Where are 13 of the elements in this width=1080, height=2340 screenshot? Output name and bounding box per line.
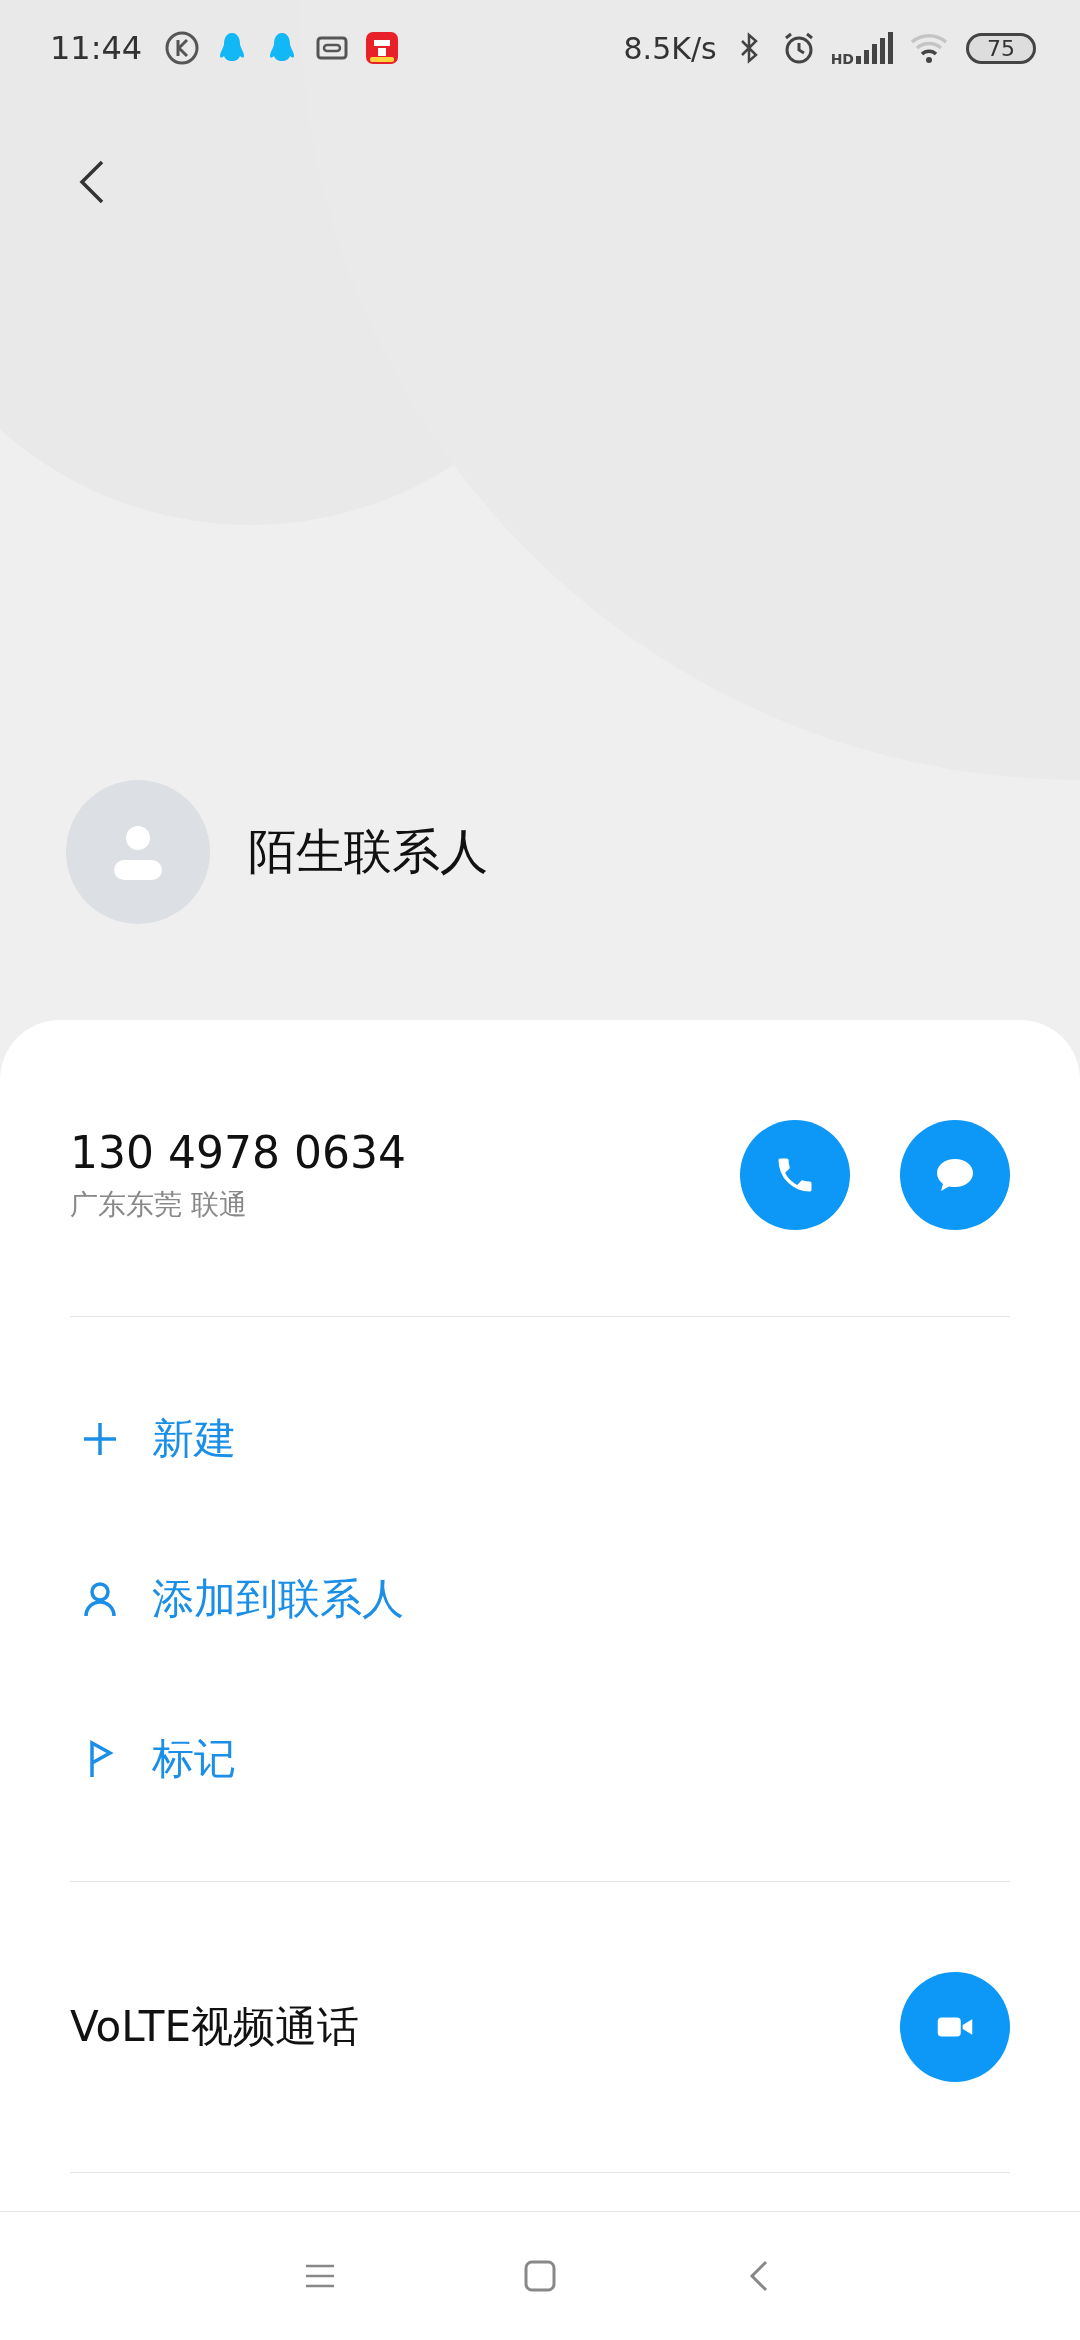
video-call-label: VoLTE视频通话 [70, 2001, 359, 2053]
action-item[interactable]: 标记 [0, 1679, 1080, 1839]
action-item[interactable]: 添加到联系人 [0, 1519, 1080, 1679]
app-icon [364, 30, 401, 66]
hd-label: HD [830, 51, 854, 67]
action-item[interactable]: 新建 [0, 1359, 1080, 1519]
signal-icon [854, 30, 894, 66]
number-location: 广东东莞 联通 [70, 1186, 248, 1223]
phone-number: 130 4978 0634 [70, 1126, 407, 1178]
contact-name: 陌生联系人 [248, 822, 488, 881]
status-time: 11:44 [50, 29, 143, 67]
k-circle-icon [164, 30, 201, 66]
network-speed: 8.5K/s [623, 30, 717, 66]
